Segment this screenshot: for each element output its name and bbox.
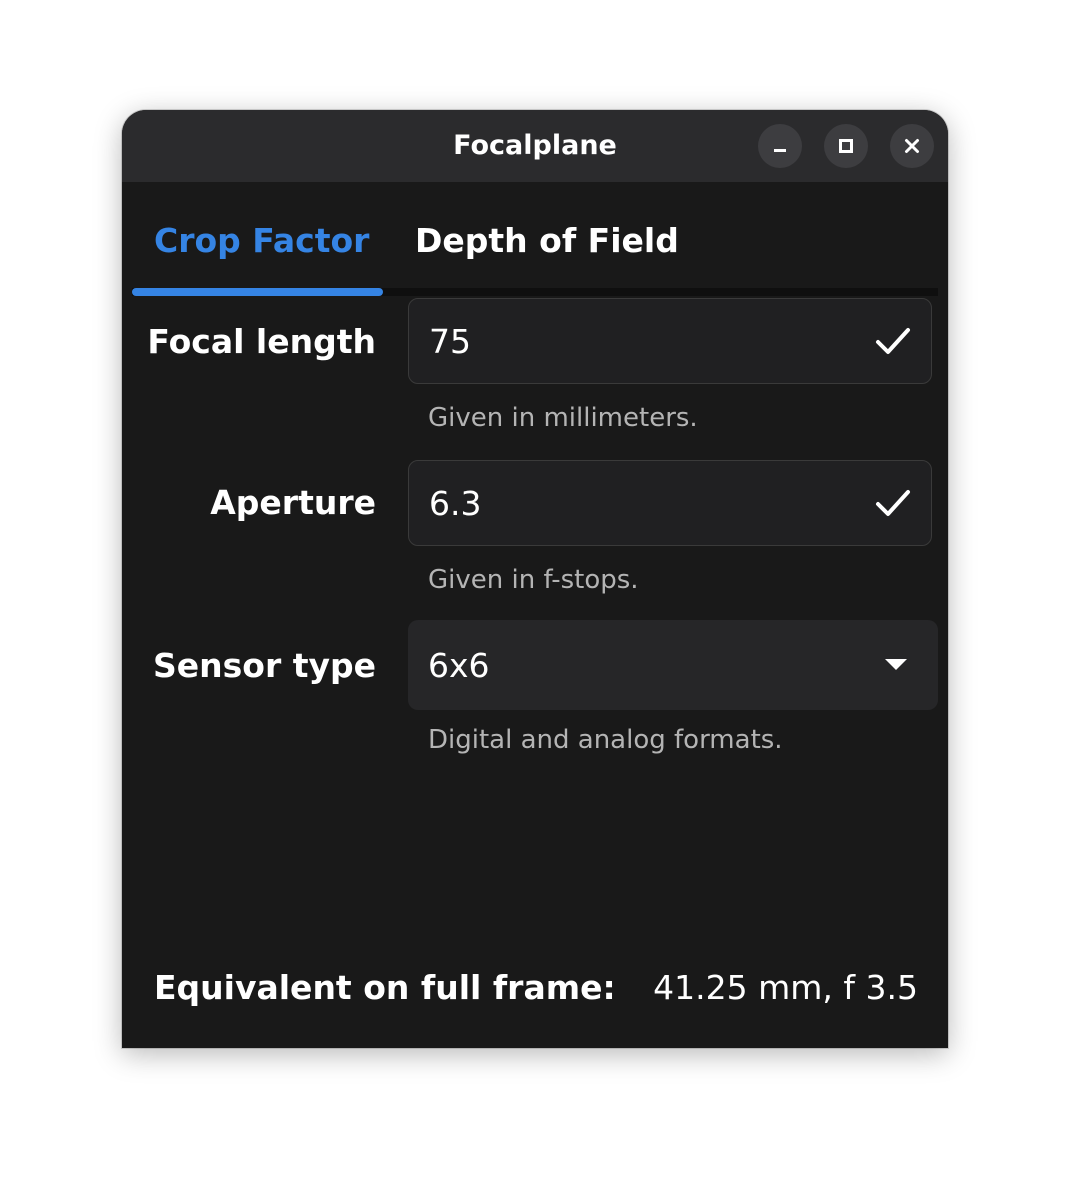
tab-depth-of-field[interactable]: Depth of Field bbox=[415, 182, 679, 294]
maximize-icon bbox=[839, 139, 853, 153]
aperture-label: Aperture bbox=[210, 483, 376, 522]
focal-length-label: Focal length bbox=[147, 322, 376, 361]
aperture-value[interactable]: 6.3 bbox=[429, 461, 481, 545]
title-bar[interactable]: Focalplane bbox=[122, 110, 948, 182]
equivalent-label: Equivalent on full frame: bbox=[154, 968, 616, 1007]
aperture-field[interactable]: 6.3 bbox=[408, 460, 932, 546]
minimize-icon bbox=[774, 149, 786, 152]
checkmark-icon[interactable] bbox=[873, 321, 913, 361]
sensor-type-hint: Digital and analog formats. bbox=[428, 725, 783, 755]
close-icon bbox=[905, 139, 919, 153]
focal-length-field[interactable]: 75 bbox=[408, 298, 932, 384]
sensor-type-value: 6x6 bbox=[428, 645, 490, 685]
sensor-type-label: Sensor type bbox=[152, 646, 376, 685]
close-button[interactable] bbox=[890, 124, 934, 168]
equivalent-value: 41.25 mm, f 3.5 bbox=[653, 968, 918, 1007]
maximize-button[interactable] bbox=[824, 124, 868, 168]
tab-bar: Crop Factor Depth of Field bbox=[132, 182, 938, 296]
checkmark-icon[interactable] bbox=[873, 483, 913, 523]
tab-crop-factor[interactable]: Crop Factor bbox=[154, 182, 369, 294]
focal-length-value[interactable]: 75 bbox=[429, 299, 471, 383]
app-window: Focalplane Crop Factor Depth of Field Fo… bbox=[122, 110, 948, 1048]
dropdown-arrow-icon bbox=[885, 659, 907, 670]
minimize-button[interactable] bbox=[758, 124, 802, 168]
active-tab-indicator bbox=[132, 288, 383, 296]
focal-length-hint: Given in millimeters. bbox=[428, 403, 698, 433]
aperture-hint: Given in f-stops. bbox=[428, 565, 639, 595]
sensor-type-dropdown[interactable]: 6x6 bbox=[408, 620, 938, 710]
